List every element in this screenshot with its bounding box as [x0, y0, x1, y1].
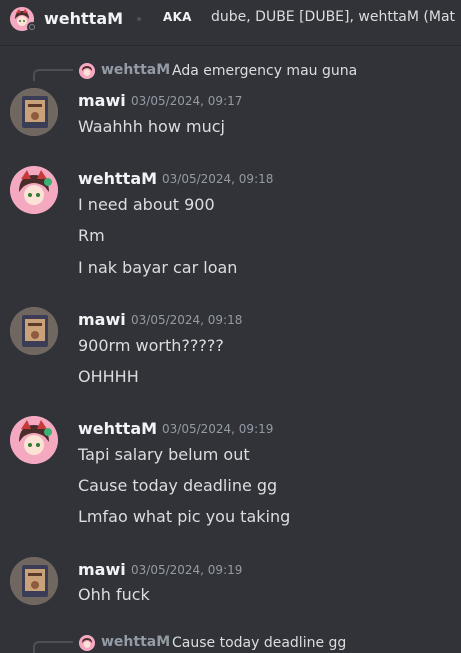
message-text: I nak bayar car loan — [78, 258, 238, 277]
reply-content[interactable]: Ada emergency mau guna — [172, 63, 357, 79]
message-timestamp: 03/05/2024, 09:18 — [162, 172, 274, 186]
message-text: Cause today deadline gg — [78, 476, 278, 495]
message-text: Tapi salary belum out — [78, 445, 250, 464]
message-author[interactable]: mawi — [78, 310, 126, 329]
message-author[interactable]: mawi — [78, 560, 126, 579]
message-timestamp: 03/05/2024, 09:19 — [162, 422, 274, 436]
reply-spine — [33, 69, 73, 81]
reply-avatar[interactable] — [79, 63, 95, 79]
message-timestamp: 03/05/2024, 09:18 — [131, 313, 243, 327]
message-author[interactable]: mawi — [78, 91, 126, 110]
message-text: Ohh fuck — [78, 585, 150, 604]
avatar-image — [10, 307, 58, 355]
message-timestamp: 03/05/2024, 09:17 — [131, 94, 243, 108]
reply-content[interactable]: Cause today deadline gg — [172, 635, 346, 651]
avatar[interactable] — [10, 416, 58, 464]
reply-avatar[interactable] — [79, 635, 95, 651]
message-text: Waahhh how mucj — [78, 117, 225, 136]
aliases-list[interactable]: dube, DUBE [DUBE], wehttaM (Mat — [211, 9, 455, 25]
message-text: OHHHH — [78, 367, 139, 386]
message-author[interactable]: wehttaM — [78, 419, 157, 438]
status-offline-icon — [27, 22, 37, 32]
message-text: Lmfao what pic you taking — [78, 507, 291, 526]
message-author[interactable]: wehttaM — [78, 169, 157, 188]
avatar-image — [79, 635, 95, 651]
avatar-image — [10, 416, 58, 464]
reply-author[interactable]: wehttaM — [101, 634, 170, 650]
reply-author[interactable]: wehttaM — [101, 62, 170, 78]
header-username: wehttaM — [44, 9, 124, 28]
avatar[interactable] — [10, 307, 58, 355]
avatar[interactable] — [10, 557, 58, 605]
channel-header: wehttaM AKA dube, DUBE [DUBE], wehttaM (… — [0, 0, 461, 46]
avatar-image — [10, 166, 58, 214]
avatar-image — [10, 88, 58, 136]
avatar-image — [79, 63, 95, 79]
avatar[interactable] — [10, 88, 58, 136]
message-timestamp: 03/05/2024, 09:19 — [131, 563, 243, 577]
message-text: I need about 900 — [78, 195, 215, 214]
reply-spine — [33, 641, 73, 653]
avatar-image — [10, 557, 58, 605]
aka-label: AKA — [163, 10, 192, 24]
separator-dot — [137, 17, 141, 21]
message-text: Rm — [78, 226, 105, 245]
avatar[interactable] — [10, 166, 58, 214]
message-text: 900rm worth????? — [78, 336, 224, 355]
